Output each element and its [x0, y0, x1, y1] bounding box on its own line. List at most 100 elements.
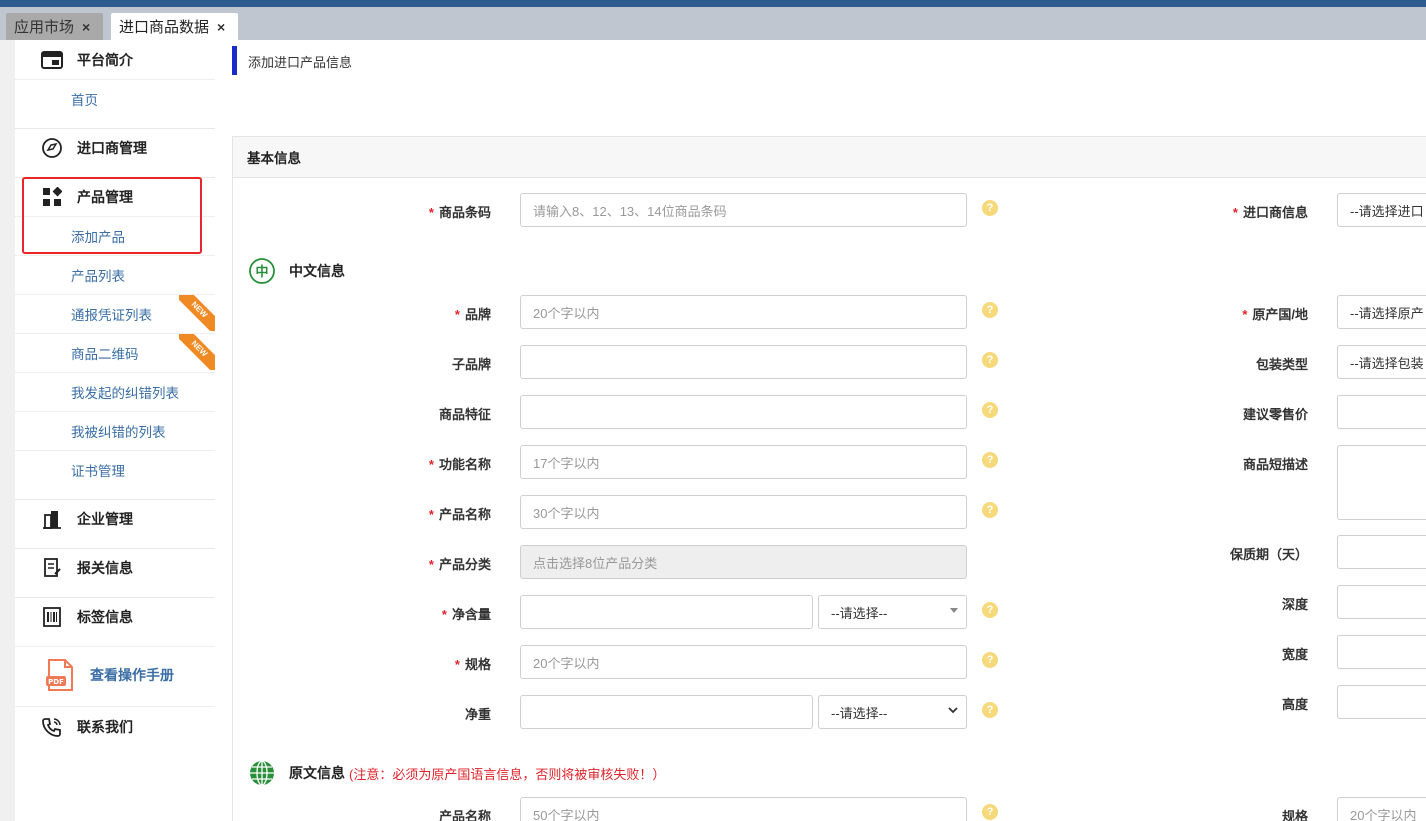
original-info-heading: 原文信息 (注意：必须为原产国语言信息，否则将被审核失败！）: [248, 759, 665, 787]
label-sub-brand: 子品牌: [451, 357, 491, 372]
label-origin: * 原产国/地: [1242, 307, 1308, 322]
help-icon[interactable]: ?: [982, 452, 998, 468]
importer-select[interactable]: --请选择进口: [1337, 193, 1426, 227]
net-content-input[interactable]: [520, 595, 813, 629]
label-original-spec: 规格: [1281, 809, 1308, 821]
sidebar-section-contact[interactable]: 联系我们: [15, 706, 215, 746]
sidebar-section-label: 报关信息: [77, 560, 133, 576]
sidebar-section-label: 标签信息: [77, 609, 133, 625]
original-info-title: 原文信息: [289, 765, 345, 781]
label-net-weight: 净重: [464, 707, 491, 722]
sidebar-section-label: 联系我们: [77, 718, 133, 735]
net-weight-unit-select[interactable]: --请选择--: [818, 695, 967, 729]
sub-brand-input[interactable]: [520, 345, 967, 379]
label-depth: 深度: [1281, 597, 1308, 612]
short-desc-textarea[interactable]: [1337, 445, 1426, 520]
category-picker[interactable]: 点击选择8位产品分类: [520, 545, 967, 579]
help-icon[interactable]: ?: [982, 352, 998, 368]
label-package: 包装类型: [1255, 357, 1308, 372]
brand-input[interactable]: 20个字以内: [520, 295, 967, 329]
sidebar-item-corrected-me[interactable]: 我被纠错的列表: [15, 411, 215, 450]
tab-app-market[interactable]: 应用市场 ×: [6, 13, 103, 40]
chinese-char-icon: 中: [249, 258, 275, 284]
sidebar-section-label: 平台简介: [77, 52, 133, 68]
svg-text:中: 中: [255, 264, 268, 280]
tab-label: 应用市场: [14, 19, 75, 36]
dropdown-arrow-icon: [950, 608, 958, 613]
sidebar-item-label: 通报凭证列表: [71, 308, 152, 323]
top-accent-bar: [0, 0, 1426, 7]
origin-select[interactable]: --请选择原产: [1337, 295, 1426, 329]
sidebar-section-importer[interactable]: 进口商管理: [15, 128, 215, 168]
layout-window-icon: [41, 49, 63, 71]
chinese-info-title: 中文信息: [289, 263, 345, 279]
label-height: 高度: [1281, 697, 1308, 712]
help-icon[interactable]: ?: [982, 502, 998, 518]
label-shelf-life: 保质期（天）: [1229, 547, 1308, 562]
label-importer: * 进口商信息: [1232, 205, 1308, 220]
label-width: 宽度: [1281, 647, 1308, 662]
grid-blocks-icon: [41, 186, 63, 208]
sidebar-item-certificates[interactable]: 证书管理: [15, 450, 215, 489]
width-input[interactable]: [1337, 635, 1426, 669]
new-badge: NEW: [179, 334, 215, 370]
tab-import-goods-data[interactable]: 进口商品数据 ×: [111, 13, 238, 40]
sidebar-item-my-corrections[interactable]: 我发起的纠错列表: [15, 372, 215, 411]
net-weight-input[interactable]: [520, 695, 813, 729]
original-spec-input[interactable]: 20个字以内: [1337, 797, 1426, 821]
help-icon[interactable]: ?: [982, 804, 998, 820]
sidebar: 平台简介 首页 进口商管理 产品管理 添加产品 产品列表 通报凭证列表 NEW …: [15, 40, 215, 821]
sidebar-item-label: 商品二维码: [71, 347, 139, 362]
label-original-product-name: 产品名称: [438, 809, 491, 821]
package-select[interactable]: --请选择包装: [1337, 345, 1426, 379]
sidebar-section-label-info[interactable]: 标签信息: [15, 597, 215, 637]
shelf-life-input[interactable]: [1337, 535, 1426, 569]
close-icon[interactable]: ×: [217, 19, 225, 35]
sidebar-section-label: 产品管理: [77, 189, 133, 205]
sidebar-manual-link[interactable]: PDF 查看操作手册: [15, 646, 215, 702]
sidebar-section-enterprise[interactable]: 企业管理: [15, 499, 215, 539]
help-icon[interactable]: ?: [982, 652, 998, 668]
pdf-file-icon: PDF: [46, 658, 73, 691]
spec-input[interactable]: 20个字以内: [520, 645, 967, 679]
sidebar-item-add-product[interactable]: 添加产品: [15, 216, 215, 255]
height-input[interactable]: [1337, 685, 1426, 719]
sidebar-section-label: 进口商管理: [77, 140, 147, 156]
help-icon[interactable]: ?: [982, 302, 998, 318]
help-icon[interactable]: ?: [982, 702, 998, 718]
manual-label: 查看操作手册: [90, 666, 174, 683]
label-category: * 产品分类: [428, 557, 491, 572]
sidebar-item-product-list[interactable]: 产品列表: [15, 255, 215, 294]
chinese-info-heading: 中 中文信息: [248, 257, 345, 285]
globe-icon: [250, 760, 274, 786]
barcode-input[interactable]: 请输入8、12、13、14位商品条码: [520, 193, 967, 227]
label-spec: * 规格: [454, 657, 491, 672]
label-brand: * 品牌: [454, 307, 491, 322]
function-name-input[interactable]: 17个字以内: [520, 445, 967, 479]
label-barcode: * 商品条码: [428, 205, 491, 220]
main-content: 添加进口产品信息 基本信息 * 商品条码 请输入8、12、13、14位商品条码 ?…: [215, 40, 1426, 821]
sidebar-section-platform[interactable]: 平台简介: [15, 40, 215, 80]
sidebar-section-product[interactable]: 产品管理: [15, 177, 215, 217]
sidebar-item-home[interactable]: 首页: [15, 79, 215, 118]
net-content-unit-select[interactable]: --请选择--: [818, 595, 967, 629]
original-product-name-input[interactable]: 50个字以内: [520, 797, 967, 821]
building-icon: [41, 508, 63, 530]
help-icon[interactable]: ?: [982, 402, 998, 418]
product-name-input[interactable]: 30个字以内: [520, 495, 967, 529]
compass-circle-icon: [41, 137, 63, 159]
title-accent: [232, 46, 237, 75]
svg-text:PDF: PDF: [48, 678, 64, 686]
label-feature: 商品特征: [438, 407, 491, 422]
depth-input[interactable]: [1337, 585, 1426, 619]
close-icon[interactable]: ×: [82, 19, 90, 35]
sidebar-section-label: 企业管理: [77, 511, 133, 527]
sidebar-section-customs[interactable]: 报关信息: [15, 548, 215, 588]
help-icon[interactable]: ?: [982, 602, 998, 618]
label-product-name: * 产品名称: [428, 507, 491, 522]
help-icon[interactable]: ?: [982, 200, 998, 216]
feature-input[interactable]: [520, 395, 967, 429]
tab-label: 进口商品数据: [119, 19, 210, 36]
retail-price-input[interactable]: [1337, 395, 1426, 429]
new-badge: NEW: [179, 295, 215, 331]
